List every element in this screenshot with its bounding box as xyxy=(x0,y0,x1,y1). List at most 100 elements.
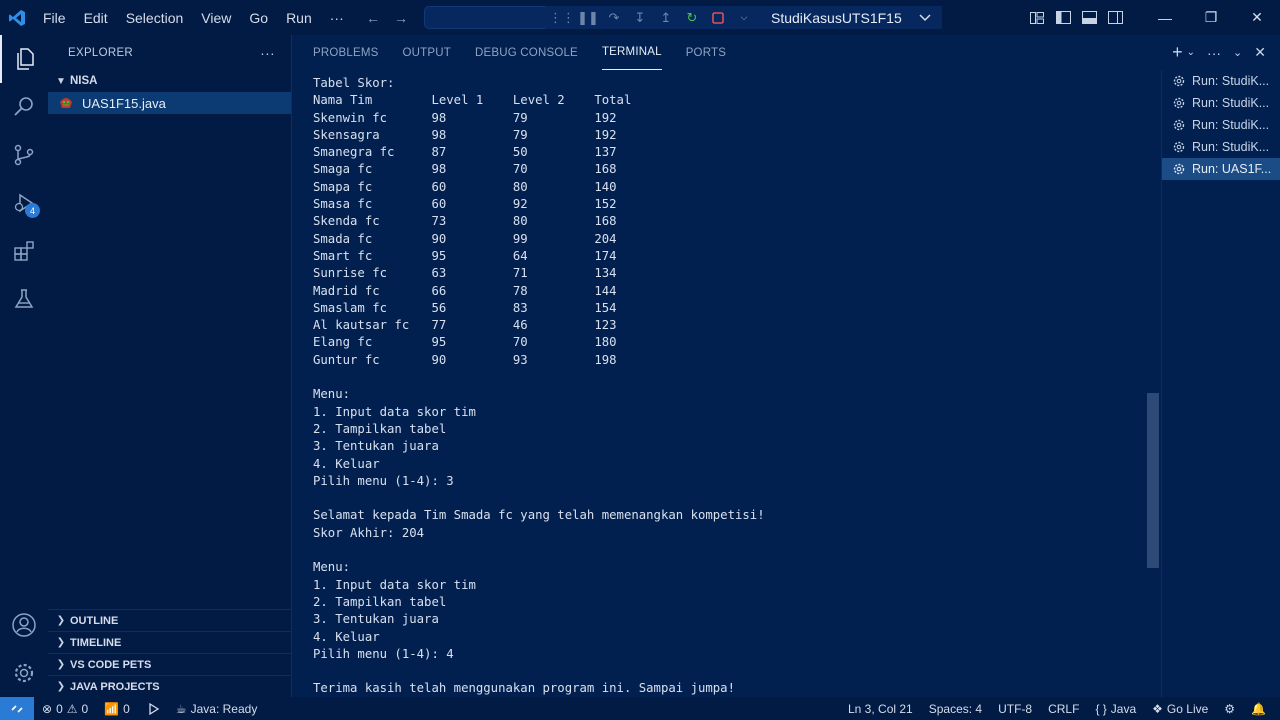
customize-layout-icon[interactable] xyxy=(1024,0,1050,35)
chevron-right-icon: ❯ xyxy=(56,681,66,692)
terminal-item-active[interactable]: Run: UAS1F... xyxy=(1162,158,1280,180)
explorer-more-actions[interactable]: ··· xyxy=(260,45,275,61)
panel-tabs: PROBLEMS OUTPUT DEBUG CONSOLE TERMINAL P… xyxy=(293,35,1280,70)
menu-file[interactable]: File xyxy=(34,0,75,35)
copilot-icon[interactable]: ⚙ xyxy=(1216,697,1243,720)
warning-count: 0 xyxy=(81,701,89,716)
close-panel-icon[interactable]: ✕ xyxy=(1254,44,1266,61)
menu-run[interactable]: Run xyxy=(277,0,321,35)
outline-section[interactable]: ❯ OUTLINE xyxy=(48,609,292,631)
notifications-bell-icon[interactable]: 🔔 xyxy=(1243,697,1274,720)
scrollbar-thumb[interactable] xyxy=(1147,393,1159,568)
toggle-panel-icon[interactable] xyxy=(1076,0,1102,35)
step-over-icon[interactable]: ↷ xyxy=(605,9,623,27)
go-live-button[interactable]: ❖ Go Live xyxy=(1144,697,1216,720)
ports-status[interactable]: 📶 0 xyxy=(96,697,138,720)
terminal-item-label: Run: StudiK... xyxy=(1192,118,1270,132)
restart-icon[interactable]: ↻ xyxy=(683,9,701,27)
debug-gear-icon xyxy=(1172,140,1188,154)
terminal-line: 4. Keluar xyxy=(313,456,380,471)
cursor-position[interactable]: Ln 3, Col 21 xyxy=(840,697,921,720)
stop-icon[interactable] xyxy=(709,9,727,27)
step-into-icon[interactable]: ↧ xyxy=(631,9,649,27)
source-control-icon[interactable] xyxy=(0,131,48,179)
forward-arrow-icon[interactable]: → xyxy=(394,10,408,26)
timeline-section[interactable]: ❯ TIMELINE xyxy=(48,631,292,653)
chevron-right-icon: ❯ xyxy=(56,659,66,670)
remote-indicator-icon[interactable] xyxy=(0,697,34,720)
tab-problems[interactable]: PROBLEMS xyxy=(313,35,379,70)
terminal-line: Al kautsar fc 77 46 123 xyxy=(313,318,617,333)
manage-gear-icon[interactable] xyxy=(0,649,48,697)
end-of-line[interactable]: CRLF xyxy=(1040,697,1087,720)
warning-icon: ⚠ xyxy=(66,701,78,716)
tab-output[interactable]: OUTPUT xyxy=(403,35,451,70)
chevron-down-icon[interactable] xyxy=(916,9,934,27)
accounts-icon[interactable] xyxy=(0,601,48,649)
terminal-line: Nama Tim Level 1 Level 2 Total xyxy=(313,93,632,108)
indentation[interactable]: Spaces: 4 xyxy=(921,697,990,720)
back-arrow-icon[interactable]: ← xyxy=(366,10,380,26)
debug-status-icon[interactable] xyxy=(138,697,168,720)
tab-debug-console[interactable]: DEBUG CONSOLE xyxy=(475,35,578,70)
pause-icon[interactable]: ❚❚ xyxy=(577,9,599,27)
file-item[interactable]: UAS1F15.java xyxy=(48,92,291,114)
bottom-panel: PROBLEMS OUTPUT DEBUG CONSOLE TERMINAL P… xyxy=(293,35,1280,697)
status-bar: ⊗ 0 ⚠ 0 📶 0 ☕ Java: Ready Ln 3, Col 21 S… xyxy=(0,697,1280,720)
run-debug-icon[interactable]: 4 xyxy=(0,179,48,227)
terminal-item[interactable]: Run: StudiK... xyxy=(1162,114,1280,136)
explorer-title: EXPLORER xyxy=(68,46,134,59)
menu-go[interactable]: Go xyxy=(240,0,277,35)
menu-selection[interactable]: Selection xyxy=(117,0,193,35)
terminal-list: Run: StudiK... Run: StudiK... Run: Studi… xyxy=(1161,70,1280,697)
file-name: UAS1F15.java xyxy=(82,95,166,111)
menu-view[interactable]: View xyxy=(192,0,240,35)
terminal-line: Elang fc 95 70 180 xyxy=(313,335,617,350)
terminal-line: Skensagra 98 79 192 xyxy=(313,127,617,142)
maximize-panel-chevron-icon[interactable]: ⌄ xyxy=(1233,46,1242,59)
menu-edit[interactable]: Edit xyxy=(75,0,117,35)
more-actions-icon[interactable]: ··· xyxy=(1207,45,1221,61)
toggle-secondary-sidebar-icon[interactable] xyxy=(1102,0,1128,35)
encoding[interactable]: UTF-8 xyxy=(990,697,1040,720)
terminal-item-label: Run: StudiK... xyxy=(1192,74,1270,88)
new-terminal-plus-icon[interactable]: + xyxy=(1172,42,1183,63)
terminal-line: Smapa fc 60 80 140 xyxy=(313,179,617,194)
terminal-item[interactable]: Run: StudiK... xyxy=(1162,92,1280,114)
java-projects-section[interactable]: ❯ JAVA PROJECTS xyxy=(48,675,292,697)
error-icon: ⊗ xyxy=(42,701,53,716)
debug-toolbar: ⋮⋮ ❚❚ ↷ ↧ ↥ ↻ ⌵ StudiKasusUTS1F15 xyxy=(545,6,942,29)
workspace-folder[interactable]: ▼ NISA xyxy=(48,70,291,92)
menu-more[interactable]: ··· xyxy=(321,0,353,35)
step-out-icon[interactable]: ↥ xyxy=(657,9,675,27)
toggle-primary-sidebar-icon[interactable] xyxy=(1050,0,1076,35)
tab-terminal[interactable]: TERMINAL xyxy=(601,35,662,70)
debug-config-name[interactable]: StudiKasusUTS1F15 xyxy=(771,10,902,26)
chevron-down-icon[interactable]: ⌄ xyxy=(1187,47,1195,58)
search-icon[interactable] xyxy=(0,83,48,131)
restore-button[interactable]: ❐ xyxy=(1188,0,1234,35)
java-status[interactable]: ☕ Java: Ready xyxy=(168,697,265,720)
drag-handle-icon[interactable]: ⋮⋮ xyxy=(549,9,575,27)
terminal-item[interactable]: Run: StudiK... xyxy=(1162,136,1280,158)
extensions-icon[interactable] xyxy=(0,227,48,275)
terminal-output[interactable]: Tabel Skor: Nama Tim Level 1 Level 2 Tota… xyxy=(313,75,1143,697)
close-window-button[interactable]: ✕ xyxy=(1234,0,1280,35)
terminal-line: Skor Akhir: 204 xyxy=(313,525,425,540)
terminal-scrollbar[interactable] xyxy=(1147,75,1161,697)
go-live-label: Go Live xyxy=(1166,701,1209,716)
vscode-pets-section[interactable]: ❯ VS CODE PETS xyxy=(48,653,292,675)
language-mode[interactable]: { } Java xyxy=(1087,697,1144,720)
explorer-icon[interactable] xyxy=(0,35,48,83)
debug-config-chevron-icon[interactable]: ⌵ xyxy=(735,9,753,27)
terminal-line: Smaslam fc 56 83 154 xyxy=(313,300,617,315)
minimize-button[interactable]: — xyxy=(1142,0,1188,35)
testing-flask-icon[interactable] xyxy=(0,275,48,323)
terminal-line: 1. Input data skor tim xyxy=(313,404,476,419)
problems-status[interactable]: ⊗ 0 ⚠ 0 xyxy=(34,697,96,720)
tab-ports[interactable]: PORTS xyxy=(686,35,726,70)
terminal-line: Menu: xyxy=(313,560,351,575)
terminal-item[interactable]: Run: StudiK... xyxy=(1162,70,1280,92)
